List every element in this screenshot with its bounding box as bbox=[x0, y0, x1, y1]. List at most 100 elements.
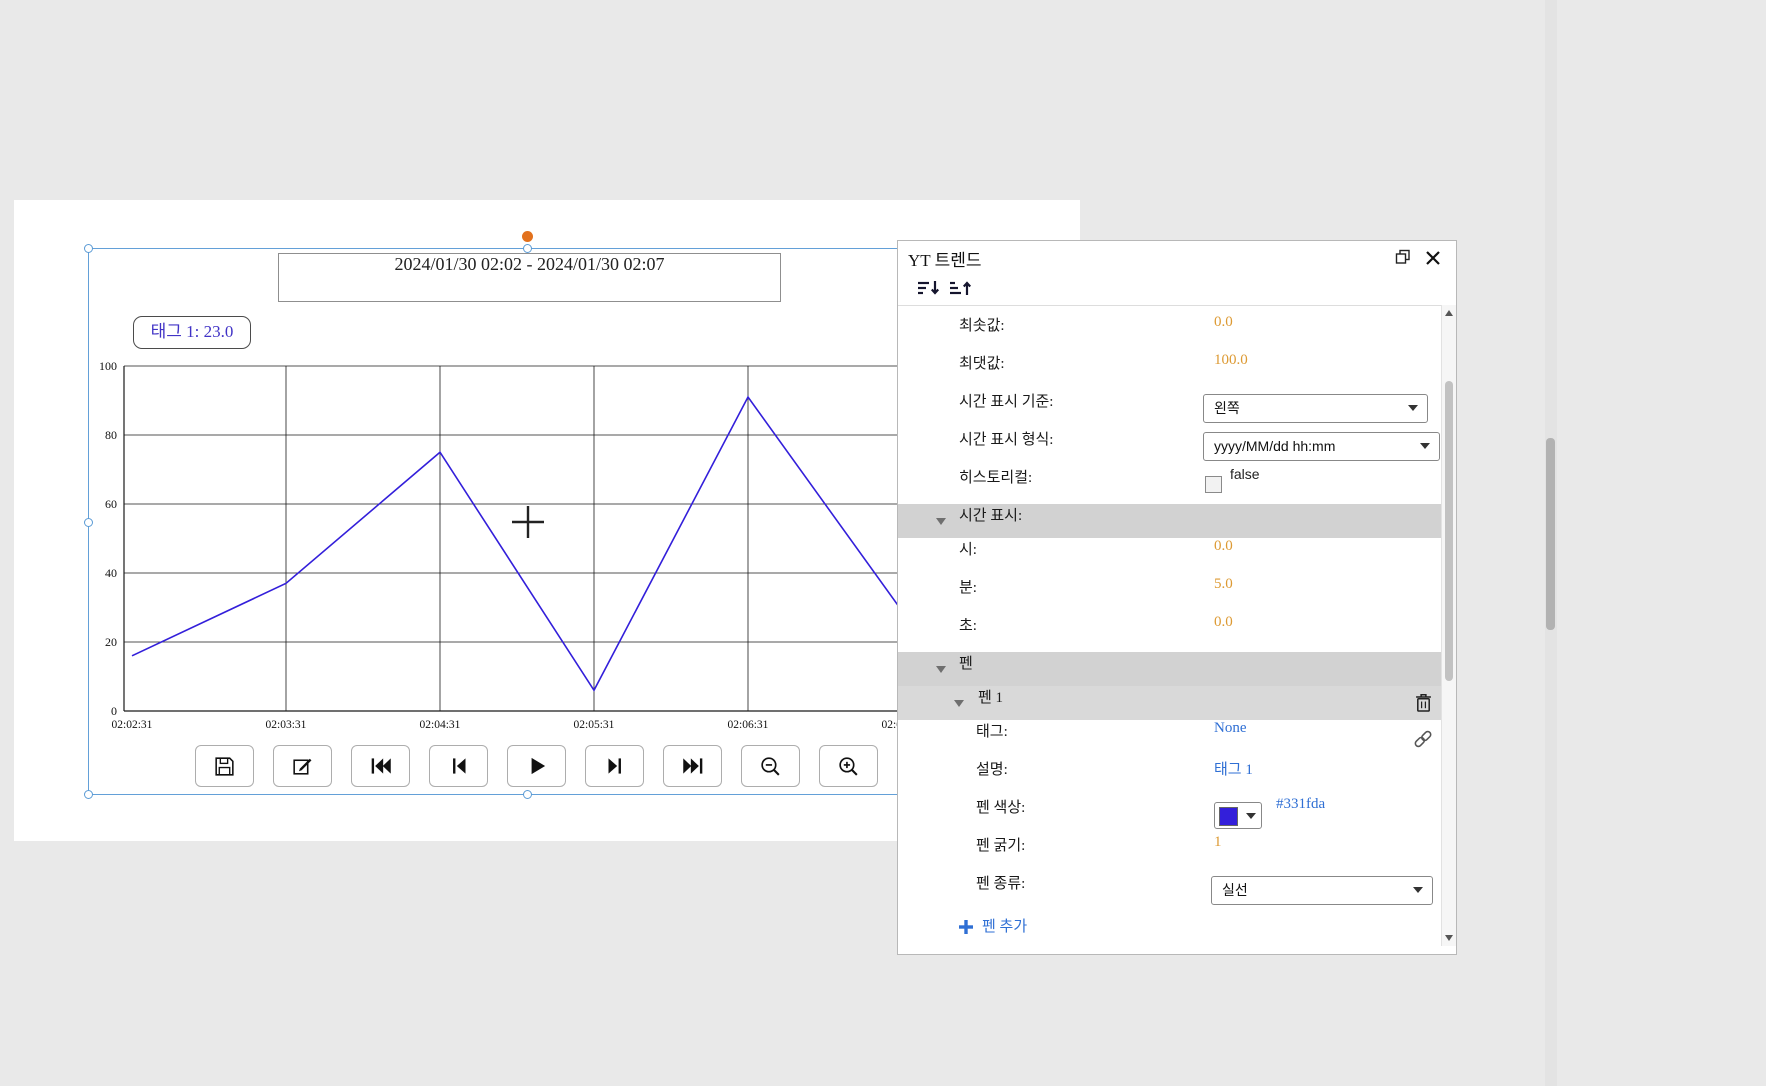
chevron-down-icon bbox=[1413, 887, 1423, 893]
property-list: 최솟값: 0.0 최댓값: 100.0 시간 표시 기준: 왼쪽 시간 표시 형… bbox=[898, 305, 1441, 947]
property-row-desc: 설명: 태그 1 bbox=[898, 758, 1441, 796]
sort-descending-icon bbox=[948, 278, 974, 300]
save-icon bbox=[212, 754, 237, 779]
step-back-icon bbox=[446, 753, 472, 779]
chevron-down-icon bbox=[1420, 443, 1430, 449]
add-pen-button[interactable]: 펜 추가 bbox=[898, 910, 1441, 944]
tag-value[interactable]: None bbox=[1214, 720, 1247, 737]
save-button[interactable] bbox=[195, 745, 254, 787]
second-label: 초: bbox=[959, 614, 977, 635]
max-value[interactable]: 100.0 bbox=[1214, 352, 1248, 369]
panel-scrollbar-thumb[interactable] bbox=[1445, 381, 1453, 681]
chevron-down-icon bbox=[1246, 813, 1256, 819]
minute-value[interactable]: 5.0 bbox=[1214, 576, 1233, 593]
step-back-button[interactable] bbox=[429, 745, 488, 787]
zoom-in-button[interactable] bbox=[819, 745, 878, 787]
zoom-out-icon bbox=[758, 754, 783, 779]
pen1-delete-button[interactable] bbox=[1414, 692, 1436, 716]
link-icon bbox=[1412, 728, 1434, 750]
time-display-section-label: 시간 표시: bbox=[959, 504, 1022, 525]
time-format-select[interactable]: yyyy/MM/dd hh:mm bbox=[1203, 432, 1440, 461]
add-pen-label: 펜 추가 bbox=[982, 910, 1027, 944]
x-tick-label: 02:05:31 bbox=[574, 719, 615, 731]
plus-icon bbox=[958, 919, 974, 935]
y-tick-label: 60 bbox=[105, 497, 117, 511]
hour-value[interactable]: 0.0 bbox=[1214, 538, 1233, 555]
section-header-pen1[interactable]: 펜 1 bbox=[898, 686, 1441, 720]
edit-button[interactable] bbox=[273, 745, 332, 787]
window-scrollbar[interactable] bbox=[1545, 0, 1557, 1086]
zoom-out-button[interactable] bbox=[741, 745, 800, 787]
skip-to-start-icon bbox=[368, 753, 394, 779]
selection-handle-bottom-center[interactable] bbox=[523, 790, 532, 799]
time-basis-select[interactable]: 왼쪽 bbox=[1203, 394, 1428, 423]
selection-handle-bottom-left[interactable] bbox=[84, 790, 93, 799]
y-tick-label: 80 bbox=[105, 428, 117, 442]
section-header-pen[interactable]: 펜 bbox=[898, 652, 1441, 686]
property-row-historical: 히스토리컬: false bbox=[898, 466, 1441, 504]
selection-handle-top-center[interactable] bbox=[523, 244, 532, 253]
scroll-up-icon[interactable] bbox=[1445, 310, 1453, 316]
tag-link-button[interactable] bbox=[1412, 728, 1434, 752]
pen-width-value[interactable]: 1 bbox=[1214, 834, 1222, 851]
edit-icon bbox=[290, 754, 315, 779]
property-row-second: 초: 0.0 bbox=[898, 614, 1441, 652]
property-row-min: 최솟값: 0.0 bbox=[898, 314, 1441, 352]
skip-to-end-button[interactable] bbox=[663, 745, 722, 787]
restore-button[interactable] bbox=[1394, 249, 1414, 267]
pen-color-value[interactable]: #331fda bbox=[1276, 796, 1325, 813]
y-tick-label: 40 bbox=[105, 566, 117, 580]
property-row-pen-width: 펜 굵기: 1 bbox=[898, 834, 1441, 872]
y-tick-label: 0 bbox=[111, 704, 117, 718]
play-icon bbox=[524, 753, 550, 779]
pen-color-label: 펜 색상: bbox=[976, 796, 1025, 817]
min-label: 최솟값: bbox=[959, 314, 1005, 335]
rotation-handle[interactable] bbox=[522, 231, 533, 242]
scroll-down-icon[interactable] bbox=[1445, 935, 1453, 941]
y-tick-label: 100 bbox=[99, 359, 117, 373]
max-label: 최댓값: bbox=[959, 352, 1005, 373]
window-scrollbar-thumb[interactable] bbox=[1546, 438, 1555, 630]
play-button[interactable] bbox=[507, 745, 566, 787]
step-forward-button[interactable] bbox=[585, 745, 644, 787]
panel-scrollbar[interactable] bbox=[1441, 305, 1456, 946]
second-value[interactable]: 0.0 bbox=[1214, 614, 1233, 631]
restore-icon bbox=[1394, 249, 1412, 265]
pen-section-label: 펜 bbox=[959, 652, 973, 673]
x-tick-label: 02:04:31 bbox=[420, 719, 461, 731]
section-header-time-display[interactable]: 시간 표시: bbox=[898, 504, 1441, 538]
pen-color-picker[interactable] bbox=[1214, 802, 1262, 829]
properties-panel: YT 트렌드 bbox=[897, 240, 1457, 955]
historical-label: 히스토리컬: bbox=[959, 466, 1032, 487]
legend-badge: 태그 1: 23.0 bbox=[133, 316, 251, 349]
close-icon bbox=[1424, 249, 1442, 267]
property-row-tag: 태그: None bbox=[898, 720, 1441, 758]
pen-width-label: 펜 굵기: bbox=[976, 834, 1025, 855]
sort-descending-button[interactable] bbox=[948, 278, 978, 302]
property-row-hour: 시: 0.0 bbox=[898, 538, 1441, 576]
x-tick-label: 02:03:31 bbox=[266, 719, 307, 731]
trend-line bbox=[132, 397, 902, 690]
selection-handle-mid-left[interactable] bbox=[84, 518, 93, 527]
min-value[interactable]: 0.0 bbox=[1214, 314, 1233, 331]
step-forward-icon bbox=[602, 753, 628, 779]
trend-widget[interactable]: 02040608010002:02:3102:03:3102:04:3102:0… bbox=[88, 248, 1008, 795]
time-format-label: 시간 표시 형식: bbox=[959, 428, 1053, 449]
chevron-down-icon bbox=[1408, 405, 1418, 411]
skip-to-start-button[interactable] bbox=[351, 745, 410, 787]
chart-title: 2024/01/30 02:02 - 2024/01/30 02:07 bbox=[278, 253, 781, 302]
trend-toolbar bbox=[195, 745, 878, 787]
close-button[interactable] bbox=[1424, 249, 1444, 267]
sort-ascending-icon bbox=[916, 278, 942, 300]
tag-label: 태그: bbox=[976, 720, 1008, 741]
time-format-selected: yyyy/MM/dd hh:mm bbox=[1214, 433, 1335, 460]
property-row-minute: 분: 5.0 bbox=[898, 576, 1441, 614]
sort-ascending-button[interactable] bbox=[916, 278, 946, 302]
selection-handle-top-left[interactable] bbox=[84, 244, 93, 253]
desc-value[interactable]: 태그 1 bbox=[1214, 758, 1253, 779]
panel-toolbar bbox=[898, 277, 1456, 303]
pen-type-select[interactable]: 실선 bbox=[1211, 876, 1433, 905]
y-tick-label: 20 bbox=[105, 635, 117, 649]
historical-checkbox[interactable] bbox=[1205, 476, 1222, 493]
hour-label: 시: bbox=[959, 538, 977, 559]
